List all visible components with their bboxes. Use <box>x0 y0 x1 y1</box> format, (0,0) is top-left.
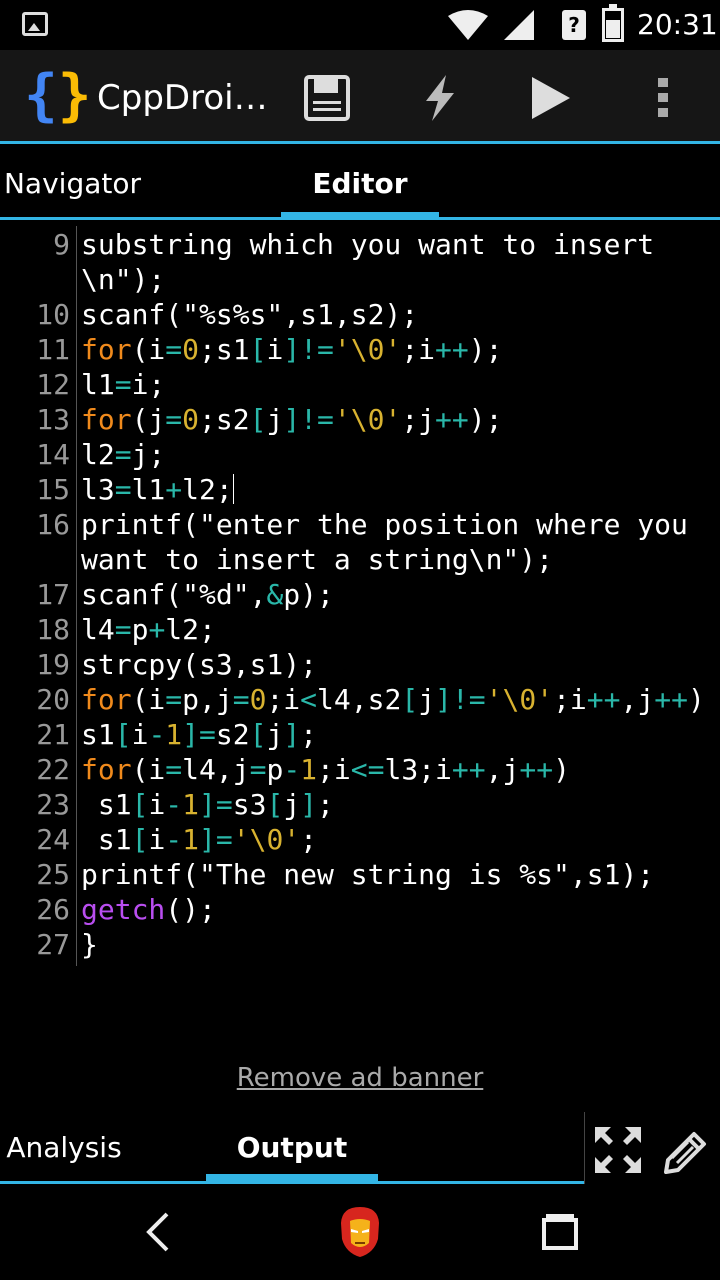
home-ironman-icon <box>341 1207 379 1257</box>
fullscreen-icon <box>595 1127 641 1173</box>
line-number: 22 <box>36 753 70 786</box>
line-number: 20 <box>36 683 70 716</box>
code-text[interactable]: s1[i-1]=s2[j]; <box>81 717 317 752</box>
line-number: 21 <box>36 718 70 751</box>
fullscreen-button[interactable] <box>590 1122 646 1178</box>
line-number: 10 <box>36 298 70 331</box>
build-button[interactable] <box>410 68 470 128</box>
tab-output-label: Output <box>236 1130 348 1164</box>
line-number: 16 <box>36 508 70 541</box>
tab-bar-divider <box>0 217 720 220</box>
cell-signal-icon <box>504 10 534 40</box>
line-number: 25 <box>36 858 70 891</box>
code-text[interactable]: for(i=l4,j=p-1;i<=l3;i++,j++) <box>81 752 570 787</box>
code-text[interactable]: getch(); <box>81 892 216 927</box>
overflow-menu-icon <box>658 78 668 117</box>
system-navigation-bar <box>0 1184 720 1280</box>
line-number: 12 <box>36 368 70 401</box>
code-text[interactable]: l1=i; <box>81 367 165 402</box>
code-text[interactable]: \n"); <box>81 262 165 297</box>
line-number: 23 <box>36 788 70 821</box>
code-text[interactable]: s1[i-1]=s3[j]; <box>81 787 334 822</box>
tab-navigator[interactable]: Navigator <box>0 147 145 220</box>
top-tab-bar: Navigator Editor <box>0 147 720 220</box>
tab-analysis-label: Analysis <box>6 1130 122 1164</box>
app-toolbar: {} CppDroi… <box>0 50 720 144</box>
sim-unknown-icon: ? <box>562 10 586 40</box>
bottom-tab-bar: Analysis Output <box>0 1112 720 1184</box>
code-text[interactable]: l3=l1+l2; <box>81 472 234 507</box>
line-number: 14 <box>36 438 70 471</box>
flash-icon <box>426 75 454 121</box>
recents-icon <box>542 1214 578 1250</box>
code-text[interactable]: strcpy(s3,s1); <box>81 647 317 682</box>
code-text[interactable]: for(i=p,j=0;i<l4,s2[j]!='\0';i++,j++) <box>81 682 705 717</box>
status-time: 20:31 <box>637 8 718 41</box>
image-notification-icon <box>22 12 48 36</box>
battery-icon <box>602 4 624 42</box>
app-logo-icon: {} <box>24 63 92 128</box>
line-number: 19 <box>36 648 70 681</box>
code-text[interactable]: for(j=0;s2[j]!='\0';j++); <box>81 402 502 437</box>
code-text[interactable]: } <box>81 927 98 962</box>
tab-output[interactable]: Output <box>206 1112 378 1182</box>
gutter-divider <box>76 226 77 966</box>
line-number: 24 <box>36 823 70 856</box>
tab-editor-label: Editor <box>312 167 408 200</box>
code-editor[interactable]: 9 substring which you want to insert \n");… <box>0 226 720 966</box>
status-bar: ? 20:31 <box>0 0 720 50</box>
code-text[interactable]: want to insert a string\n"); <box>81 542 553 577</box>
remove-ad-banner-link[interactable]: Remove ad banner <box>0 1063 720 1093</box>
back-button[interactable] <box>128 1202 188 1262</box>
save-icon <box>304 75 350 121</box>
line-number: 17 <box>36 578 70 611</box>
code-text[interactable]: printf("enter the position where you <box>81 507 688 542</box>
code-text[interactable]: s1[i-1]='\0'; <box>81 822 317 857</box>
line-number: 13 <box>36 403 70 436</box>
edit-button[interactable] <box>658 1122 714 1178</box>
text-cursor <box>232 474 234 504</box>
home-button[interactable] <box>330 1202 390 1262</box>
code-text[interactable]: scanf("%d",&p); <box>81 577 334 612</box>
toolbar-divider <box>0 141 720 144</box>
code-text[interactable]: l2=j; <box>81 437 165 472</box>
recents-button[interactable] <box>530 1202 590 1262</box>
code-text[interactable]: scanf("%s%s",s1,s2); <box>81 297 418 332</box>
code-text[interactable]: substring which you want to insert <box>81 227 654 262</box>
back-icon <box>146 1212 169 1252</box>
line-number: 27 <box>36 928 70 961</box>
tab-analysis[interactable]: Analysis <box>0 1112 128 1182</box>
wifi-icon <box>448 10 488 40</box>
tab-navigator-label: Navigator <box>3 167 141 200</box>
line-number: 15 <box>36 473 70 506</box>
line-number: 9 <box>53 228 70 261</box>
app-title: CppDroi… <box>97 78 268 118</box>
line-number: 11 <box>36 333 70 366</box>
code-text[interactable]: l4=p+l2; <box>81 612 216 647</box>
code-text[interactable]: printf("The new string is %s",s1); <box>81 857 654 892</box>
run-button[interactable] <box>520 68 580 128</box>
line-number: 18 <box>36 613 70 646</box>
run-icon <box>532 77 570 119</box>
save-button[interactable] <box>297 68 357 128</box>
edit-pencil-icon <box>664 1132 706 1174</box>
code-text[interactable]: for(i=0;s1[i]!='\0';i++); <box>81 332 502 367</box>
line-number: 26 <box>36 893 70 926</box>
vertical-divider <box>584 1112 585 1184</box>
overflow-menu-button[interactable] <box>633 68 693 128</box>
tab-editor[interactable]: Editor <box>281 147 439 220</box>
